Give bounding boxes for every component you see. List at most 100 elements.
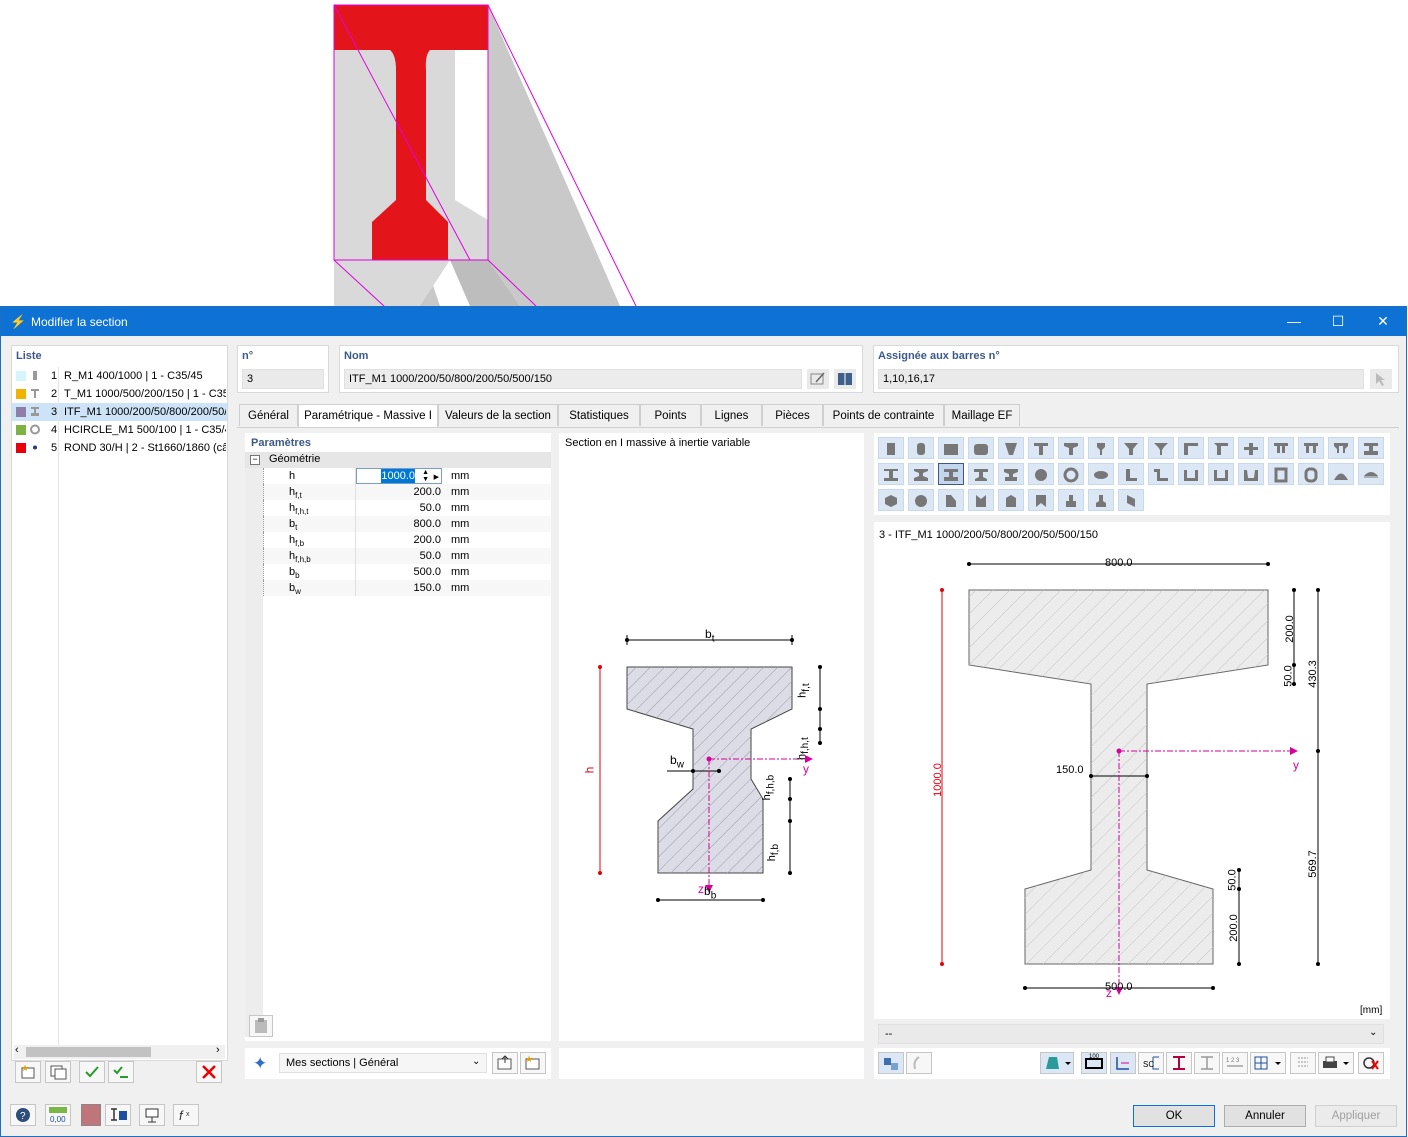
library-book-icon[interactable] bbox=[834, 369, 856, 389]
param-value[interactable]: 50.0 bbox=[357, 500, 441, 516]
grid-icon[interactable] bbox=[1250, 1052, 1286, 1074]
section-shape-icon[interactable] bbox=[998, 489, 1024, 511]
export-icon[interactable] bbox=[492, 1052, 518, 1074]
param-value[interactable]: 800.0 bbox=[357, 516, 441, 532]
assigned-field[interactable]: 1,10,16,17 bbox=[878, 369, 1364, 389]
param-row[interactable]: bb 500.0 mm bbox=[263, 564, 551, 580]
section-shape-icon[interactable] bbox=[1058, 437, 1084, 459]
table-icon[interactable] bbox=[1290, 1052, 1316, 1074]
view-options-icon[interactable] bbox=[878, 1052, 904, 1074]
section-shape-icon[interactable] bbox=[1358, 437, 1384, 459]
param-row[interactable]: hf,t 200.0 mm bbox=[263, 484, 551, 500]
close-button[interactable]: ✕ bbox=[1368, 311, 1398, 331]
section-shape-icon[interactable] bbox=[998, 463, 1024, 485]
tab-item[interactable]: Points de contrainte bbox=[823, 404, 944, 426]
tab-item[interactable]: Statistiques bbox=[558, 404, 640, 426]
view-section-icon[interactable] bbox=[139, 1104, 165, 1126]
param-row[interactable]: hf,h,t 50.0 mm bbox=[263, 500, 551, 516]
add-to-library-icon[interactable]: ✦ bbox=[251, 1053, 273, 1073]
section-shape-icon[interactable] bbox=[1088, 463, 1114, 485]
param-value[interactable]: 150.0 bbox=[357, 580, 441, 596]
section-shape-icon[interactable] bbox=[1088, 489, 1114, 511]
param-value[interactable]: 50.0 bbox=[357, 548, 441, 564]
cancel-button[interactable]: Annuler bbox=[1224, 1105, 1306, 1127]
section-shape-icon[interactable] bbox=[1268, 437, 1294, 459]
tab-bar[interactable]: Général Paramétrique - Massive I Valeurs d… bbox=[239, 404, 1399, 428]
tab-item[interactable]: Points bbox=[640, 404, 701, 426]
collapse-icon[interactable]: − bbox=[250, 455, 260, 465]
axes-icon[interactable] bbox=[1110, 1052, 1136, 1074]
section-shape-icon[interactable] bbox=[938, 437, 964, 459]
section-shape-icon[interactable] bbox=[878, 489, 904, 511]
list-item[interactable]: 4 HCIRCLE_M1 500/100 | 1 - C35/4! bbox=[12, 421, 227, 439]
tab-item[interactable]: Lignes bbox=[701, 404, 762, 426]
section-shape-icon[interactable] bbox=[1238, 437, 1264, 459]
section-shape-icon[interactable] bbox=[1208, 463, 1234, 485]
section-shape-icon[interactable] bbox=[968, 489, 994, 511]
list-item[interactable]: 1 R_M1 400/1000 | 1 - C35/45 bbox=[12, 367, 227, 385]
section-shape-icon[interactable] bbox=[1088, 437, 1114, 459]
new-section-button[interactable]: ★ bbox=[15, 1061, 41, 1083]
3d-section-view[interactable] bbox=[0, 0, 1408, 306]
section-shape-icon[interactable] bbox=[1178, 463, 1204, 485]
tab-item[interactable]: Maillage EF bbox=[944, 404, 1020, 426]
section-shape-icon[interactable] bbox=[1148, 437, 1174, 459]
copy-section-button[interactable] bbox=[45, 1061, 71, 1083]
param-row[interactable]: bw 150.0 mm bbox=[263, 580, 551, 596]
import-icon[interactable]: ★ bbox=[520, 1052, 546, 1074]
section-shape-icon[interactable] bbox=[1238, 463, 1264, 485]
section-shape-icon[interactable] bbox=[878, 463, 904, 485]
section-shape-icon[interactable] bbox=[1118, 489, 1144, 511]
section-shape-icon[interactable] bbox=[1328, 437, 1354, 459]
preview-dropdown[interactable]: -- ⌄ bbox=[878, 1024, 1384, 1044]
check-toggle-button[interactable] bbox=[108, 1061, 134, 1083]
numbering-icon[interactable]: 1 2 3 bbox=[1222, 1052, 1248, 1074]
section-shape-icon[interactable] bbox=[1178, 437, 1204, 459]
section-shape-icon[interactable] bbox=[1028, 463, 1054, 485]
centroid-icon[interactable]: SC bbox=[1138, 1052, 1164, 1074]
help-icon[interactable]: ? bbox=[10, 1104, 36, 1126]
edit-name-icon[interactable] bbox=[807, 369, 829, 389]
library-select[interactable]: Mes sections | Général ⌄ bbox=[279, 1053, 487, 1073]
section-shape-icon[interactable] bbox=[1118, 463, 1144, 485]
name-field[interactable]: ITF_M1 1000/200/50/800/200/50/500/150 bbox=[344, 369, 802, 389]
section-shape-icon[interactable] bbox=[1028, 437, 1054, 459]
spin-icon[interactable]: ▲ ▼ bbox=[422, 469, 429, 483]
check-all-button[interactable] bbox=[79, 1061, 105, 1083]
section-shape-icon[interactable] bbox=[1058, 489, 1084, 511]
pick-members-icon[interactable] bbox=[1370, 369, 1392, 389]
section-shape-icon[interactable] bbox=[1358, 463, 1384, 485]
section-shape-icon[interactable] bbox=[908, 489, 934, 511]
preview-drawing[interactable] bbox=[874, 522, 1390, 1019]
print-icon[interactable] bbox=[1318, 1052, 1354, 1074]
param-value[interactable]: 200.0 bbox=[357, 484, 441, 500]
param-value-selected[interactable]: 1000.0 bbox=[381, 469, 415, 483]
list-item[interactable]: 5 ROND 30/H | 2 - St1660/1860 (câ bbox=[12, 439, 227, 457]
param-value[interactable]: 1000.0 ▲ ▼ ▶ bbox=[356, 468, 442, 484]
list-item[interactable]: 3 ITF_M1 1000/200/50/800/200/50/ bbox=[12, 403, 227, 421]
tab-item[interactable]: Paramétrique - Massive I bbox=[298, 404, 438, 427]
ok-button[interactable]: OK bbox=[1133, 1105, 1215, 1127]
section-shape-icon[interactable] bbox=[968, 463, 994, 485]
param-row[interactable]: h 1000.0 ▲ ▼ ▶ mm bbox=[263, 468, 551, 484]
delete-section-button[interactable] bbox=[196, 1061, 222, 1083]
horizontal-scrollbar[interactable]: ‹ › bbox=[14, 1044, 225, 1059]
param-value[interactable]: 200.0 bbox=[357, 532, 441, 548]
clipboard-icon[interactable] bbox=[249, 1015, 273, 1037]
section-shape-icon[interactable] bbox=[878, 437, 904, 459]
list-item[interactable]: 2 T_M1 1000/500/200/150 | 1 - C35 bbox=[12, 385, 227, 403]
param-row[interactable]: hf,h,b 50.0 mm bbox=[263, 548, 551, 564]
dimensions-icon[interactable]: 100 bbox=[1081, 1052, 1107, 1074]
display-mode-icon[interactable] bbox=[1040, 1052, 1074, 1074]
section-shape-icon[interactable] bbox=[938, 489, 964, 511]
section-shape-icon[interactable] bbox=[1118, 437, 1144, 459]
section-shape-icon[interactable] bbox=[1298, 463, 1324, 485]
minimize-button[interactable]: — bbox=[1279, 311, 1309, 331]
reset-view-icon[interactable] bbox=[1358, 1052, 1384, 1074]
tab-item[interactable]: Valeurs de la section bbox=[438, 404, 558, 426]
section-shape-icon[interactable] bbox=[1148, 463, 1174, 485]
section-properties-icon[interactable] bbox=[105, 1104, 131, 1126]
stress-points-icon[interactable] bbox=[1194, 1052, 1220, 1074]
maximize-button[interactable]: ☐ bbox=[1323, 311, 1353, 331]
section-shape-icon[interactable] bbox=[968, 437, 994, 459]
